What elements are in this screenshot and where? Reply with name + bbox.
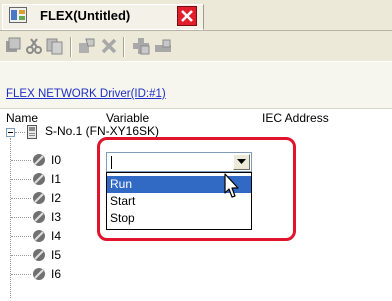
tree-item-i0[interactable]: I0 <box>51 153 61 167</box>
tree-line <box>15 132 25 133</box>
close-icon[interactable] <box>177 6 197 26</box>
tree-line <box>11 160 31 161</box>
io-point-icon <box>32 153 46 167</box>
device-node-label[interactable]: S-No.1 (FN-XY16SK) <box>45 124 159 138</box>
io-point-icon <box>32 248 46 262</box>
delete-icon[interactable] <box>100 37 118 55</box>
tree-item-i5[interactable]: I5 <box>51 248 61 262</box>
add-item-icon[interactable] <box>4 37 22 55</box>
tree-item-i2[interactable]: I2 <box>51 191 61 205</box>
column-header-variable[interactable]: Variable <box>106 111 149 125</box>
tree-item-i1[interactable]: I1 <box>51 172 61 186</box>
tree-line <box>11 198 31 199</box>
io-point-icon <box>32 210 46 224</box>
column-header-iec-address[interactable]: IEC Address <box>262 111 329 125</box>
io-point-icon <box>32 191 46 205</box>
tree-line <box>11 236 31 237</box>
tree-item-i4[interactable]: I4 <box>51 229 61 243</box>
tree-item-i3[interactable]: I3 <box>51 210 61 224</box>
tree-line <box>11 179 31 180</box>
highlight-frame <box>97 137 296 241</box>
toolbar-separator <box>123 37 125 57</box>
io-point-icon <box>32 267 46 281</box>
remove-module-icon[interactable] <box>154 37 172 55</box>
toolbar <box>0 31 392 61</box>
column-header-name[interactable]: Name <box>6 111 38 125</box>
io-point-icon <box>32 172 46 186</box>
divider <box>0 108 392 109</box>
cut-icon[interactable] <box>25 37 43 55</box>
add-module-icon[interactable] <box>132 37 150 55</box>
collapse-icon[interactable] <box>6 128 15 137</box>
flex-editor-icon <box>9 7 27 23</box>
tree-line <box>11 274 31 275</box>
tree-item-i6[interactable]: I6 <box>51 267 61 281</box>
driver-link[interactable]: FLEX NETWORK Driver(ID:#1) <box>6 88 166 100</box>
copy-icon[interactable] <box>46 37 64 55</box>
device-icon <box>27 125 37 139</box>
toolbar-separator <box>70 37 72 57</box>
driver-panel <box>0 62 392 108</box>
tab-title: FLEX(Untitled) <box>40 8 131 23</box>
mouse-pointer-icon <box>224 173 239 198</box>
paste-icon[interactable] <box>78 37 96 55</box>
tree-line <box>11 255 31 256</box>
tree-line <box>11 217 31 218</box>
io-point-icon <box>32 229 46 243</box>
